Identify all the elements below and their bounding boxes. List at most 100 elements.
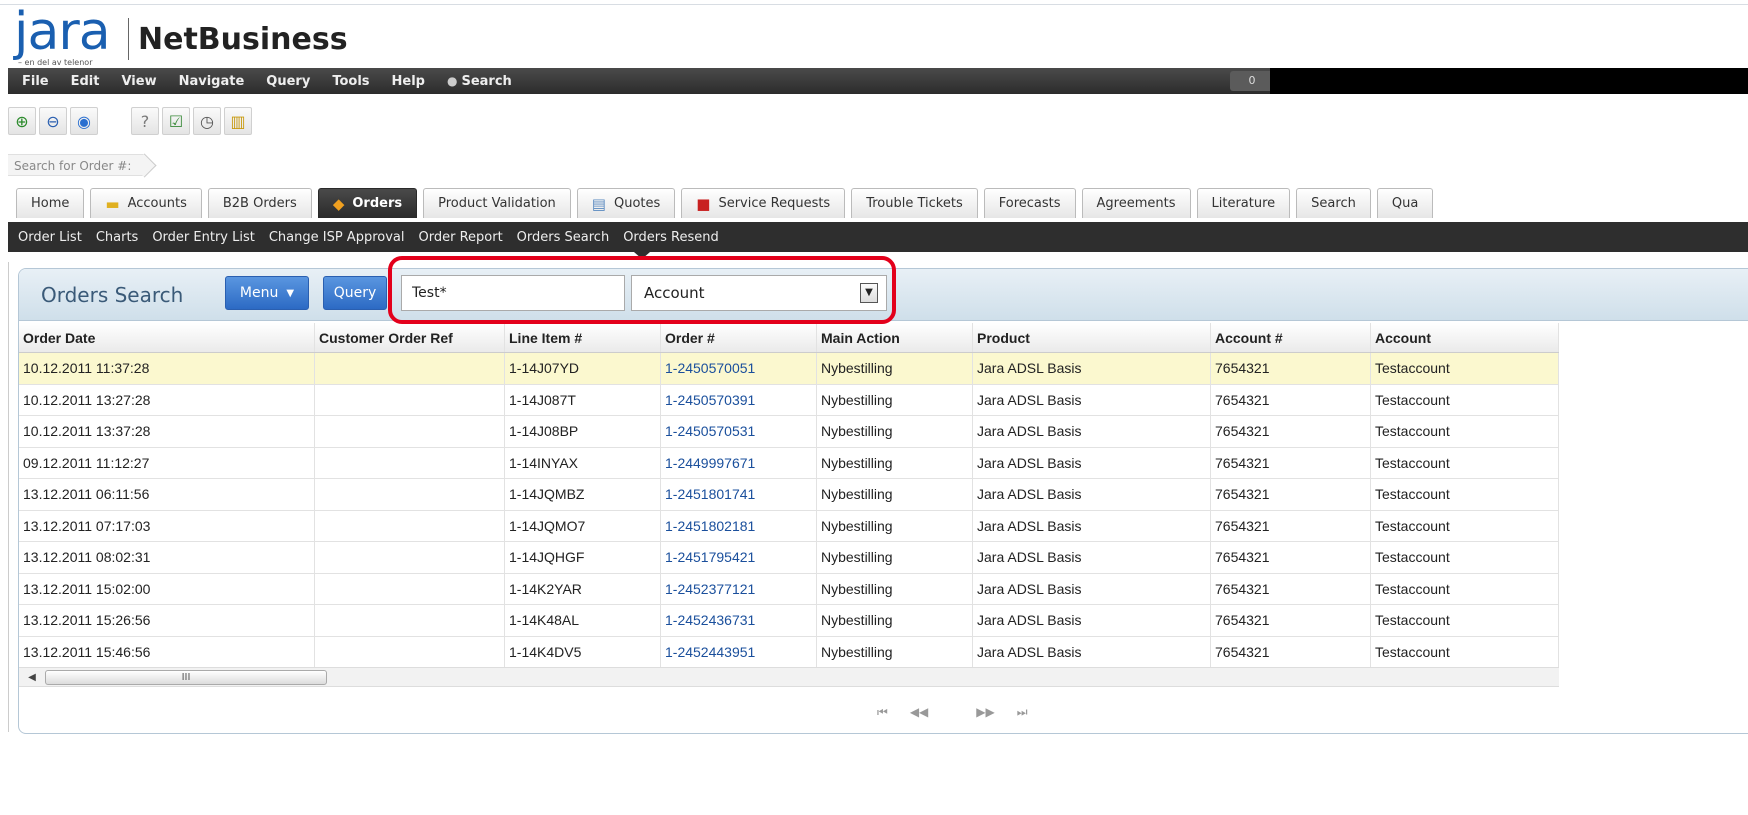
tab-forecasts[interactable]: Forecasts (983, 188, 1076, 218)
subnav-change-isp-approval[interactable]: Change ISP Approval (269, 230, 405, 245)
tab-search[interactable]: Search (1296, 188, 1371, 218)
menubar-right-area (1270, 68, 1748, 94)
column-header[interactable]: Account (1371, 323, 1559, 352)
last-page-icon[interactable]: ⏭ (1017, 705, 1028, 720)
order-number-link[interactable]: 1-2452443951 (661, 636, 817, 667)
table-row[interactable]: 10.12.2011 13:37:28 1-14J08BP 1-2450570531… (19, 416, 1559, 448)
table-row[interactable]: 13.12.2011 15:26:56 1-14K48AL 1-2452436731… (19, 605, 1559, 637)
tab-product-validation[interactable]: Product Validation (423, 188, 571, 218)
menu-navigate[interactable]: Navigate (179, 74, 245, 89)
customer-order-ref-cell (315, 573, 505, 604)
table-row[interactable]: 10.12.2011 11:37:28 1-14J07YD 1-2450570051… (19, 353, 1559, 385)
tab-label: Qua (1391, 196, 1419, 211)
table-row[interactable]: 13.12.2011 15:02:00 1-14K2YAR 1-2452377121… (19, 573, 1559, 605)
order-number-link[interactable]: 1-2452436731 (661, 605, 817, 636)
tab-home[interactable]: Home (16, 188, 85, 218)
menu-query[interactable]: Query (266, 74, 310, 89)
horizontal-scrollbar[interactable]: ◀ III (19, 667, 1559, 687)
checklist-icon[interactable]: ☑ (162, 107, 190, 135)
orders-table: Order Date Customer Order Ref Line Item … (19, 323, 1559, 668)
main-action-cell: Nybestilling (817, 605, 973, 636)
menu-file[interactable]: File (22, 74, 49, 89)
brand-logo: jara – en del av telenor NetBusiness (14, 2, 394, 68)
table-row[interactable]: 13.12.2011 06:11:56 1-14JQMBZ 1-2451801741… (19, 479, 1559, 511)
order-date-cell: 10.12.2011 13:37:28 (19, 416, 315, 447)
menu-edit[interactable]: Edit (71, 74, 100, 89)
menu-button[interactable]: Menu ▼ (225, 276, 309, 310)
account-name-cell: Testaccount (1371, 479, 1559, 510)
column-header[interactable]: Order # (661, 323, 817, 352)
next-page-icon[interactable]: ▶▶ (976, 705, 994, 720)
table-row[interactable]: 13.12.2011 15:46:56 1-14K4DV5 1-2452443951… (19, 636, 1559, 668)
line-item-cell: 1-14K2YAR (505, 573, 661, 604)
tab-accounts[interactable]: ▬ Accounts (90, 188, 202, 218)
order-number-link[interactable]: 1-2451801741 (661, 479, 817, 510)
tab-trouble-tickets[interactable]: Trouble Tickets (851, 188, 978, 218)
table-row[interactable]: 13.12.2011 07:17:03 1-14JQMO7 1-2451802181… (19, 510, 1559, 542)
order-number-link[interactable]: 1-2452377121 (661, 573, 817, 604)
product-cell: Jara ADSL Basis (973, 416, 1211, 447)
table-row[interactable]: 13.12.2011 08:02:31 1-14JQHGF 1-2451795421… (19, 542, 1559, 574)
menu-view[interactable]: View (121, 74, 156, 89)
customer-order-ref-cell (315, 479, 505, 510)
tab-label: Orders (352, 196, 403, 211)
order-number-link[interactable]: 1-2451802181 (661, 510, 817, 541)
tab-orders[interactable]: ◆ Orders (317, 188, 418, 218)
tab-label: Trouble Tickets (866, 196, 963, 211)
order-number-link[interactable]: 1-2450570391 (661, 384, 817, 415)
tab-qua[interactable]: Qua (1376, 188, 1434, 218)
column-header[interactable]: Order Date (19, 323, 315, 352)
tab-agreements[interactable]: Agreements (1081, 188, 1191, 218)
subnav-charts[interactable]: Charts (96, 230, 139, 245)
order-search-breadcrumb[interactable]: Search for Order #: (8, 154, 146, 176)
toolbox-icon: ■ (696, 194, 711, 213)
bar-chart-icon[interactable]: ▥ (224, 107, 252, 135)
main-action-cell: Nybestilling (817, 353, 973, 384)
main-action-cell: Nybestilling (817, 384, 973, 415)
column-header[interactable]: Customer Order Ref (315, 323, 505, 352)
column-header[interactable]: Account # (1211, 323, 1371, 352)
scrollbar-thumb[interactable]: III (45, 670, 327, 685)
column-header[interactable]: Product (973, 323, 1211, 352)
subnav-order-entry-list[interactable]: Order Entry List (152, 230, 255, 245)
notification-count[interactable]: 0 (1230, 71, 1274, 91)
menu-help[interactable]: Help (392, 74, 425, 89)
menu-tools[interactable]: Tools (332, 74, 369, 89)
menu-search[interactable]: ● Search (447, 74, 512, 89)
order-number-link[interactable]: 1-2450570051 (661, 353, 817, 384)
sub-navigation: Order List Charts Order Entry List Chang… (8, 222, 1748, 259)
zoom-in-icon[interactable]: ⊕ (8, 107, 36, 135)
scroll-left-icon[interactable]: ◀ (23, 670, 41, 686)
line-item-cell: 1-14J087T (505, 384, 661, 415)
account-name-cell: Testaccount (1371, 573, 1559, 604)
table-row[interactable]: 09.12.2011 11:12:27 1-14INYAX 1-2449997671… (19, 447, 1559, 479)
globe-icon[interactable]: ◉ (70, 107, 98, 135)
subnav-orders-search[interactable]: Orders Search (517, 230, 610, 245)
column-header[interactable]: Line Item # (505, 323, 661, 352)
subnav-orders-resend[interactable]: Orders Resend (623, 230, 719, 245)
tab-quotes[interactable]: ▤ Quotes (576, 188, 676, 218)
tab-label: Literature (1211, 196, 1276, 211)
order-number-link[interactable]: 1-2449997671 (661, 447, 817, 478)
first-page-icon[interactable]: ⏮ (877, 705, 888, 720)
help-icon[interactable]: ? (131, 107, 159, 135)
column-header[interactable]: Main Action (817, 323, 973, 352)
subnav-order-list[interactable]: Order List (18, 230, 82, 245)
order-date-cell: 10.12.2011 13:27:28 (19, 384, 315, 415)
line-item-cell: 1-14JQMO7 (505, 510, 661, 541)
order-number-link[interactable]: 1-2450570531 (661, 416, 817, 447)
subnav-order-report[interactable]: Order Report (419, 230, 503, 245)
zoom-out-icon[interactable]: ⊖ (39, 107, 67, 135)
table-row[interactable]: 10.12.2011 13:27:28 1-14J087T 1-2450570391… (19, 384, 1559, 416)
query-button[interactable]: Query (323, 276, 387, 310)
clock-icon[interactable]: ◷ (193, 107, 221, 135)
tab-service-requests[interactable]: ■ Service Requests (681, 188, 846, 218)
line-item-cell: 1-14J07YD (505, 353, 661, 384)
menu-button-label: Menu (239, 285, 279, 301)
line-item-cell: 1-14K48AL (505, 605, 661, 636)
tab-literature[interactable]: Literature (1196, 188, 1291, 218)
tab-b2b-orders[interactable]: B2B Orders (207, 188, 312, 218)
previous-page-icon[interactable]: ◀◀ (910, 705, 928, 720)
customer-order-ref-cell (315, 605, 505, 636)
order-number-link[interactable]: 1-2451795421 (661, 542, 817, 573)
